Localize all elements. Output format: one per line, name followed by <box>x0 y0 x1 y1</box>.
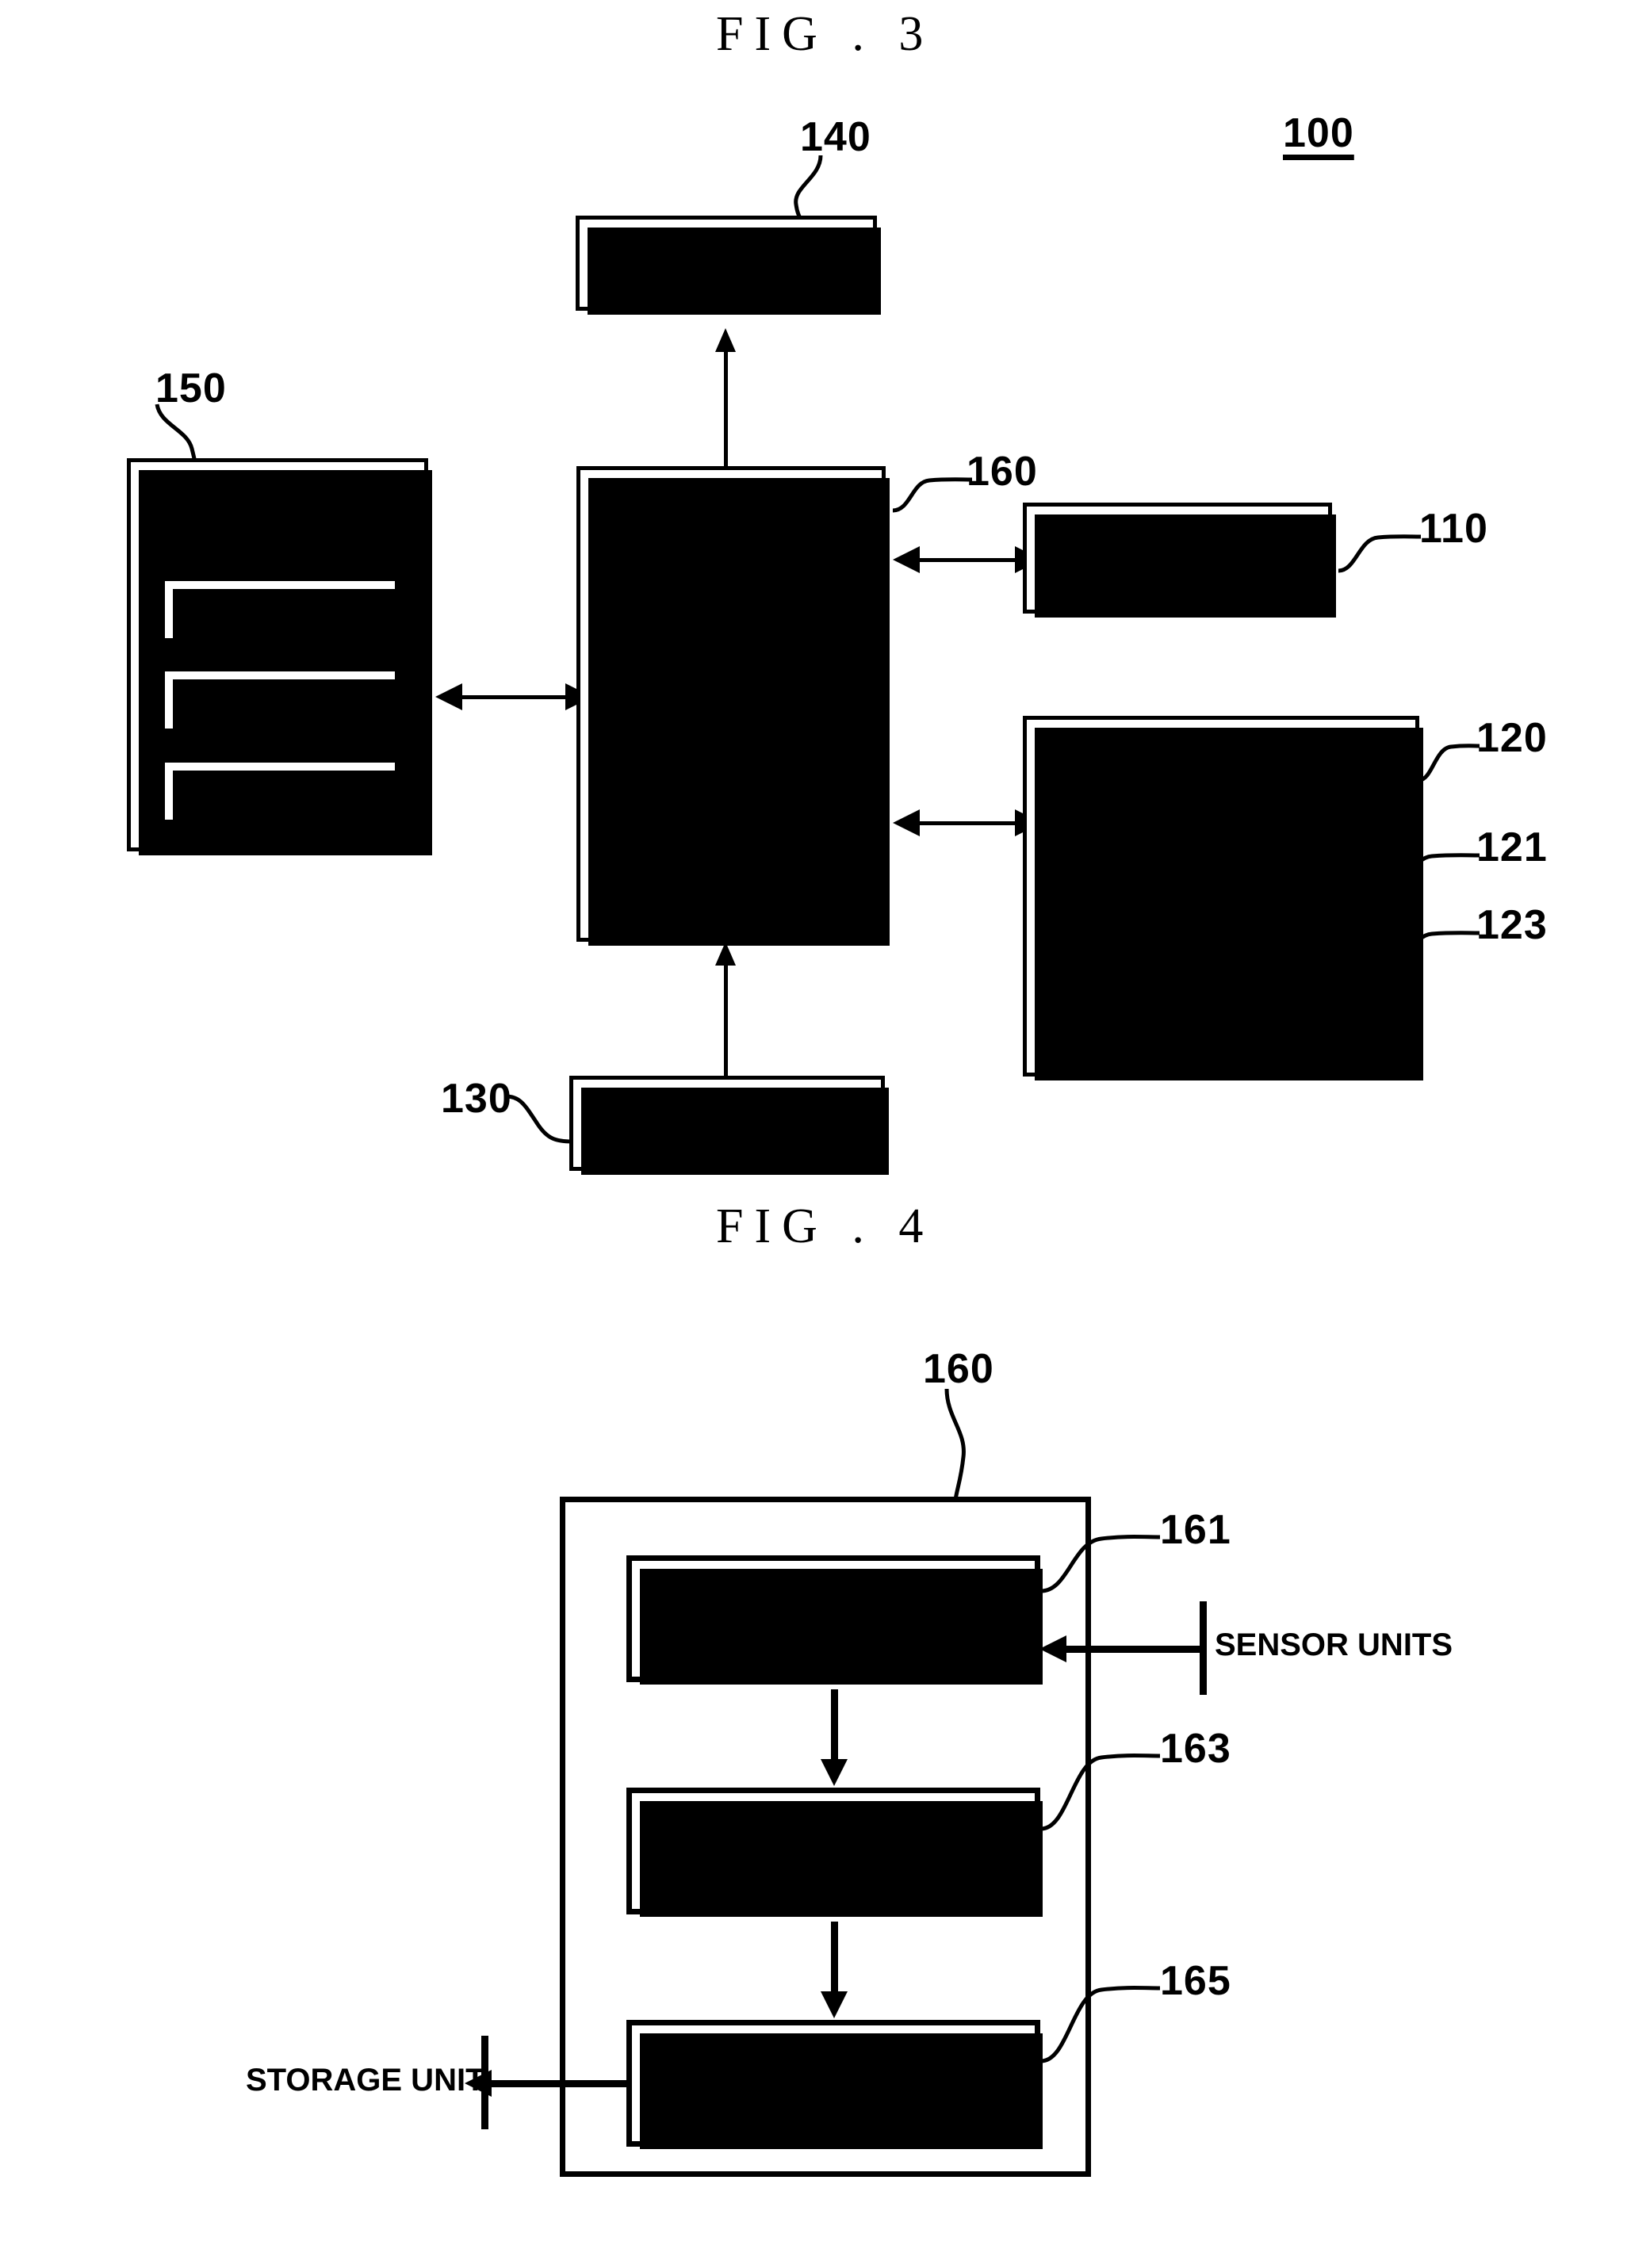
reference-150: 150 <box>155 365 227 411</box>
controller-box: CONTROLLER <box>576 466 890 946</box>
infrared-sensor-unit-label: INFRARED SENSOR UNIT <box>1066 522 1288 593</box>
leader-line-160-fig4 <box>944 1388 966 1501</box>
calculation-to-application-arrowhead <box>821 1991 848 2018</box>
patent-drawing-sheet: FIG . 3 100 140 DISPLAY UNIT 150 STORAGE… <box>0 0 1650 2268</box>
controller-label: CONTROLLER <box>618 686 844 721</box>
sensor-units-arrowhead <box>1039 1635 1066 1662</box>
storage-controller-line <box>462 695 565 699</box>
key-map-label: KEY MAP <box>206 591 354 627</box>
storage-unit-output-line <box>492 2080 628 2087</box>
reference-160-fig4: 160 <box>923 1346 994 1392</box>
display-unit-label: DISPLAY UNIT <box>615 245 837 281</box>
menu-map-label: MENU MAP <box>192 682 368 717</box>
storage-unit-label: STORAGE UNIT <box>155 492 400 527</box>
input-signal-application-unit-label: INPUT SIGNAL APPLICATION UNIT <box>682 2048 985 2118</box>
angle-to-controller-line <box>724 964 728 1079</box>
receiving-to-calculation-arrowhead <box>821 1759 848 1786</box>
reference-130: 130 <box>441 1076 512 1122</box>
angle-sensor-unit-label: ANGLE SENSOR UNIT <box>602 1088 852 1158</box>
leader-line-150 <box>155 403 197 467</box>
input-signal-application-unit-box: INPUT SIGNAL APPLICATION UNIT <box>626 2020 1043 2149</box>
reference-160-fig3: 160 <box>967 449 1038 495</box>
coordinate-value-calculation-unit-box: COORDINATE VALUE CALCULATION UNIT <box>626 1788 1043 1917</box>
calculation-to-application-line <box>831 1922 838 1996</box>
menu-map-box: MENU MAP <box>161 667 403 736</box>
reference-110: 110 <box>1419 506 1488 552</box>
reference-161: 161 <box>1160 1507 1231 1553</box>
storage-controller-arrowhead-left <box>435 683 462 710</box>
coordinate-value-calculation-unit-label: COORDINATE VALUE CALCULATION UNIT <box>668 1815 999 1886</box>
infrared-sensor-unit-box: INFRARED SENSOR UNIT <box>1023 503 1336 618</box>
receiving-to-calculation-line <box>831 1689 838 1764</box>
link-map-label: LINK MAP <box>201 773 358 809</box>
reference-121: 121 <box>1476 824 1548 870</box>
sensor-value-receiving-unit-label: SENSOR VALUE RECEIVING UNIT <box>702 1583 965 1654</box>
controller-ultrasonic-line <box>920 821 1015 825</box>
leader-line-110 <box>1338 534 1422 573</box>
display-unit-box: DISPLAY UNIT <box>576 216 881 315</box>
angle-sensor-unit-box: ANGLE SENSOR UNIT <box>569 1076 889 1175</box>
controller-to-display-arrowhead <box>715 328 736 352</box>
link-map-box: LINK MAP <box>161 759 403 828</box>
reference-140: 140 <box>800 114 871 160</box>
system-reference-100: 100 <box>1283 110 1354 156</box>
key-map-box: KEY MAP <box>161 577 403 646</box>
figure-3-caption: FIG . 3 <box>716 7 935 61</box>
sensor-units-line <box>1066 1646 1203 1653</box>
ultrasonic-sensor-unit-box: ULTRASONIC SENSOR UNIT <box>1023 716 1423 1080</box>
reference-123: 123 <box>1476 902 1548 948</box>
reference-163: 163 <box>1160 1726 1231 1772</box>
reference-120: 120 <box>1476 715 1548 761</box>
leader-line-130 <box>503 1094 573 1144</box>
controller-infrared-arrowhead-left <box>893 546 920 573</box>
reference-165: 165 <box>1160 1958 1231 2004</box>
ultrasonic-sensor-unit-label: ULTRASONIC SENSOR UNIT <box>1110 740 1332 811</box>
sensor-units-label: SENSOR UNITS <box>1215 1627 1453 1662</box>
sensor-value-receiving-unit-box: SENSOR VALUE RECEIVING UNIT <box>626 1555 1043 1685</box>
leader-line-120 <box>1418 744 1480 782</box>
controller-infrared-line <box>920 558 1015 562</box>
figure-4-caption: FIG . 4 <box>716 1199 935 1253</box>
storage-unit-external-label: STORAGE UNIT <box>246 2063 485 2098</box>
controller-to-display-line <box>724 351 728 469</box>
controller-ultrasonic-arrowhead-left <box>893 809 920 836</box>
leader-line-160-fig3 <box>892 477 973 513</box>
